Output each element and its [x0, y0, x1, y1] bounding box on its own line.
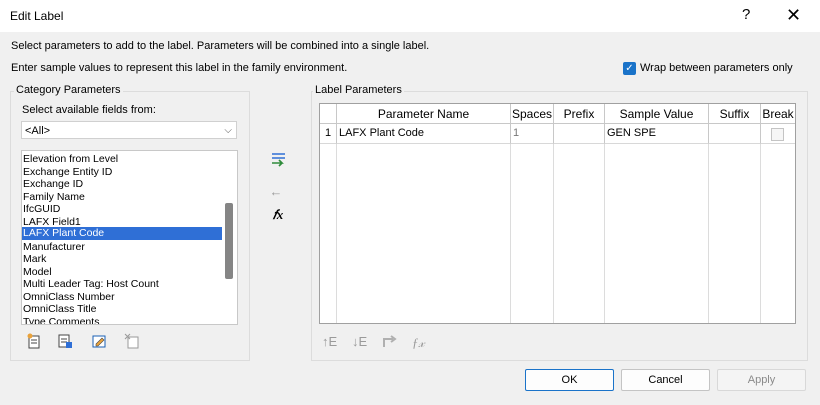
row-index: 1 — [320, 124, 337, 144]
list-item[interactable]: Manufacturer — [22, 241, 222, 254]
cell-parameter-name[interactable]: LAFX Plant Code — [337, 124, 511, 144]
col-header-spaces: Spaces — [511, 104, 554, 124]
col-header-parameter-name: Parameter Name — [337, 104, 511, 124]
col-header-break: Break — [761, 104, 795, 124]
move-down-icon[interactable]: ↓E — [352, 334, 367, 349]
list-item[interactable]: OmniClass Title — [22, 303, 222, 316]
col-header-prefix: Prefix — [554, 104, 605, 124]
wrap-checkbox[interactable]: ✓ — [623, 62, 636, 75]
close-button[interactable]: ✕ — [786, 5, 801, 26]
list-item[interactable]: Model — [22, 266, 222, 279]
list-item[interactable]: Mark — [22, 253, 222, 266]
fields-source-value: <All> — [25, 125, 51, 137]
formula-icon[interactable]: 𝑓x — [268, 206, 288, 224]
grid-divider — [553, 144, 554, 323]
list-item[interactable]: IfcGUID — [22, 203, 222, 216]
row-header-corner — [320, 104, 337, 124]
grid-divider — [510, 144, 511, 323]
remove-from-label-icon[interactable]: ← — [266, 183, 286, 201]
edit-shared-icon[interactable] — [89, 333, 109, 351]
list-item-selected[interactable]: LAFX Plant Code — [22, 227, 222, 240]
fields-source-select[interactable]: <All> ⌵ — [21, 121, 237, 139]
col-header-suffix: Suffix — [709, 104, 761, 124]
cancel-button[interactable]: Cancel — [621, 369, 710, 391]
title-bar — [0, 0, 820, 32]
grid-divider — [760, 144, 761, 323]
edit-icon[interactable] — [382, 333, 400, 352]
grid-divider — [336, 144, 337, 323]
help-button[interactable]: ? — [742, 6, 750, 23]
list-scrollbar-thumb[interactable] — [225, 203, 233, 279]
list-item[interactable]: Multi Leader Tag: Host Count — [22, 278, 222, 291]
add-to-label-icon[interactable] — [268, 151, 288, 169]
instruction-line-2: Enter sample values to represent this la… — [11, 62, 348, 74]
select-fields-label: Select available fields from: — [22, 104, 156, 116]
break-checkbox[interactable] — [771, 128, 784, 141]
cell-spaces[interactable]: 1 — [511, 124, 554, 144]
list-item[interactable]: Elevation from Level — [22, 153, 222, 166]
instruction-line-1: Select parameters to add to the label. P… — [11, 40, 430, 52]
wrap-checkbox-label: Wrap between parameters only — [640, 62, 793, 74]
list-item[interactable]: Exchange Entity ID — [22, 166, 222, 179]
grid-divider — [604, 144, 605, 323]
formula-disabled-icon[interactable]: ƒ𝓍 — [412, 335, 425, 351]
list-item[interactable]: Type Comments — [22, 316, 222, 325]
delete-parameter-icon[interactable] — [122, 333, 142, 351]
apply-button[interactable]: Apply — [717, 369, 806, 391]
move-up-icon[interactable]: ↑E — [322, 334, 337, 349]
new-parameter-icon[interactable] — [24, 333, 44, 351]
label-parameters-title: Label Parameters — [313, 84, 404, 96]
category-parameters-title: Category Parameters — [14, 84, 123, 96]
cell-break[interactable] — [761, 124, 795, 144]
grid-divider — [708, 144, 709, 323]
available-fields-list[interactable]: Elevation from Level Exchange Entity ID … — [21, 150, 238, 325]
ok-button[interactable]: OK — [525, 369, 614, 391]
chevron-down-icon: ⌵ — [224, 125, 232, 136]
window-title: Edit Label — [10, 9, 64, 23]
label-parameters-table[interactable]: Parameter Name Spaces Prefix Sample Valu… — [319, 103, 796, 324]
edit-parameter-icon[interactable] — [55, 333, 75, 351]
cell-prefix[interactable] — [554, 124, 605, 144]
cell-sample-value[interactable]: GEN SPE — [605, 124, 709, 144]
cell-suffix[interactable] — [709, 124, 761, 144]
list-item[interactable]: OmniClass Number — [22, 291, 222, 304]
list-item[interactable]: Exchange ID — [22, 178, 222, 191]
col-header-sample-value: Sample Value — [605, 104, 709, 124]
list-item[interactable]: Family Name — [22, 191, 222, 204]
